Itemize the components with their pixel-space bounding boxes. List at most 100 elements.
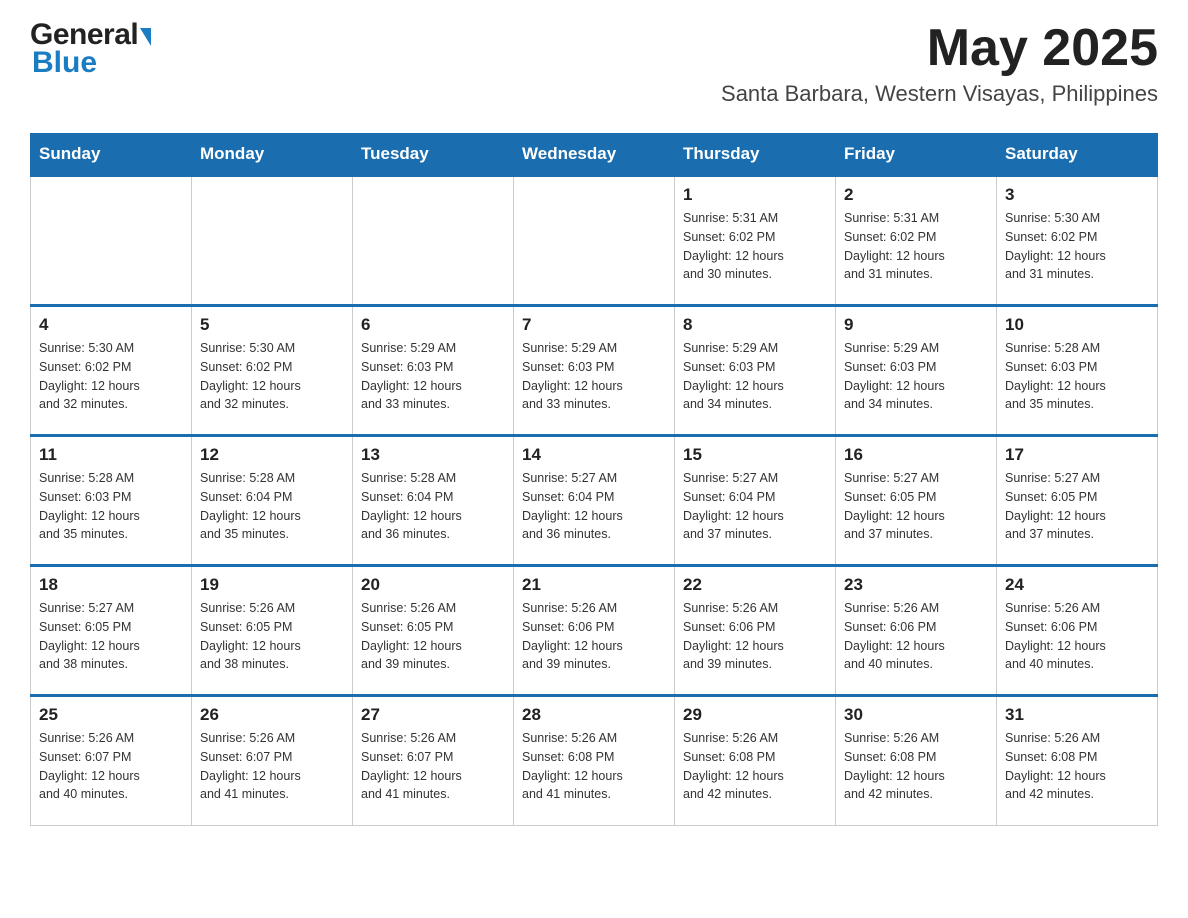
day-number: 4 <box>39 315 183 335</box>
col-saturday: Saturday <box>997 134 1158 176</box>
day-info: Sunrise: 5:26 AM Sunset: 6:06 PM Dayligh… <box>1005 599 1149 674</box>
table-row <box>31 176 192 306</box>
table-row: 24 Sunrise: 5:26 AM Sunset: 6:06 PM Dayli… <box>997 566 1158 696</box>
location-subtitle: Santa Barbara, Western Visayas, Philippi… <box>721 81 1158 107</box>
day-info: Sunrise: 5:27 AM Sunset: 6:05 PM Dayligh… <box>1005 469 1149 544</box>
day-number: 22 <box>683 575 827 595</box>
table-row: 28 Sunrise: 5:26 AM Sunset: 6:08 PM Dayli… <box>514 696 675 826</box>
table-row: 7 Sunrise: 5:29 AM Sunset: 6:03 PM Daylig… <box>514 306 675 436</box>
table-row: 29 Sunrise: 5:26 AM Sunset: 6:08 PM Dayli… <box>675 696 836 826</box>
day-number: 12 <box>200 445 344 465</box>
table-row: 21 Sunrise: 5:26 AM Sunset: 6:06 PM Dayli… <box>514 566 675 696</box>
day-info: Sunrise: 5:29 AM Sunset: 6:03 PM Dayligh… <box>522 339 666 414</box>
day-info: Sunrise: 5:26 AM Sunset: 6:06 PM Dayligh… <box>522 599 666 674</box>
col-thursday: Thursday <box>675 134 836 176</box>
calendar-table: Sunday Monday Tuesday Wednesday Thursday… <box>30 133 1158 826</box>
day-number: 26 <box>200 705 344 725</box>
day-info: Sunrise: 5:28 AM Sunset: 6:03 PM Dayligh… <box>1005 339 1149 414</box>
day-number: 21 <box>522 575 666 595</box>
day-number: 8 <box>683 315 827 335</box>
day-info: Sunrise: 5:26 AM Sunset: 6:08 PM Dayligh… <box>683 729 827 804</box>
day-info: Sunrise: 5:27 AM Sunset: 6:04 PM Dayligh… <box>522 469 666 544</box>
table-row: 6 Sunrise: 5:29 AM Sunset: 6:03 PM Daylig… <box>353 306 514 436</box>
day-info: Sunrise: 5:26 AM Sunset: 6:06 PM Dayligh… <box>683 599 827 674</box>
day-number: 31 <box>1005 705 1149 725</box>
table-row: 2Sunrise: 5:31 AM Sunset: 6:02 PM Daylig… <box>836 176 997 306</box>
day-number: 18 <box>39 575 183 595</box>
table-row: 1Sunrise: 5:31 AM Sunset: 6:02 PM Daylig… <box>675 176 836 306</box>
table-row: 30 Sunrise: 5:26 AM Sunset: 6:08 PM Dayli… <box>836 696 997 826</box>
day-info: Sunrise: 5:26 AM Sunset: 6:06 PM Dayligh… <box>844 599 988 674</box>
table-row: 20Sunrise: 5:26 AM Sunset: 6:05 PM Dayli… <box>353 566 514 696</box>
day-number: 5 <box>200 315 344 335</box>
table-row: 18 Sunrise: 5:27 AM Sunset: 6:05 PM Dayli… <box>31 566 192 696</box>
day-number: 29 <box>683 705 827 725</box>
day-number: 20 <box>361 575 505 595</box>
calendar-week-row: 1Sunrise: 5:31 AM Sunset: 6:02 PM Daylig… <box>31 176 1158 306</box>
day-number: 10 <box>1005 315 1149 335</box>
day-info: Sunrise: 5:26 AM Sunset: 6:07 PM Dayligh… <box>39 729 183 804</box>
day-number: 1 <box>683 185 827 205</box>
table-row: 16 Sunrise: 5:27 AM Sunset: 6:05 PM Dayli… <box>836 436 997 566</box>
table-row: 4 Sunrise: 5:30 AM Sunset: 6:02 PM Daylig… <box>31 306 192 436</box>
day-number: 24 <box>1005 575 1149 595</box>
logo-arrow-icon <box>140 28 151 46</box>
day-info: Sunrise: 5:28 AM Sunset: 6:03 PM Dayligh… <box>39 469 183 544</box>
table-row: 10 Sunrise: 5:28 AM Sunset: 6:03 PM Dayli… <box>997 306 1158 436</box>
day-info: Sunrise: 5:27 AM Sunset: 6:04 PM Dayligh… <box>683 469 827 544</box>
col-tuesday: Tuesday <box>353 134 514 176</box>
table-row: 13 Sunrise: 5:28 AM Sunset: 6:04 PM Dayli… <box>353 436 514 566</box>
day-number: 16 <box>844 445 988 465</box>
day-number: 9 <box>844 315 988 335</box>
month-year-title: May 2025 <box>721 20 1158 77</box>
table-row: 11 Sunrise: 5:28 AM Sunset: 6:03 PM Dayli… <box>31 436 192 566</box>
calendar-week-row: 11 Sunrise: 5:28 AM Sunset: 6:03 PM Dayli… <box>31 436 1158 566</box>
table-row: 22 Sunrise: 5:26 AM Sunset: 6:06 PM Dayli… <box>675 566 836 696</box>
day-number: 17 <box>1005 445 1149 465</box>
day-info: Sunrise: 5:30 AM Sunset: 6:02 PM Dayligh… <box>39 339 183 414</box>
day-info: Sunrise: 5:29 AM Sunset: 6:03 PM Dayligh… <box>361 339 505 414</box>
day-number: 27 <box>361 705 505 725</box>
table-row: 12 Sunrise: 5:28 AM Sunset: 6:04 PM Dayli… <box>192 436 353 566</box>
day-info: Sunrise: 5:27 AM Sunset: 6:05 PM Dayligh… <box>844 469 988 544</box>
table-row: 31 Sunrise: 5:26 AM Sunset: 6:08 PM Dayli… <box>997 696 1158 826</box>
day-info: Sunrise: 5:26 AM Sunset: 6:07 PM Dayligh… <box>361 729 505 804</box>
day-number: 3 <box>1005 185 1149 205</box>
col-sunday: Sunday <box>31 134 192 176</box>
table-row: 14 Sunrise: 5:27 AM Sunset: 6:04 PM Dayli… <box>514 436 675 566</box>
day-number: 30 <box>844 705 988 725</box>
table-row <box>514 176 675 306</box>
day-number: 7 <box>522 315 666 335</box>
table-row: 15 Sunrise: 5:27 AM Sunset: 6:04 PM Dayli… <box>675 436 836 566</box>
table-row: 27 Sunrise: 5:26 AM Sunset: 6:07 PM Dayli… <box>353 696 514 826</box>
col-friday: Friday <box>836 134 997 176</box>
day-number: 11 <box>39 445 183 465</box>
day-info: Sunrise: 5:26 AM Sunset: 6:08 PM Dayligh… <box>1005 729 1149 804</box>
calendar-week-row: 4 Sunrise: 5:30 AM Sunset: 6:02 PM Daylig… <box>31 306 1158 436</box>
day-number: 6 <box>361 315 505 335</box>
calendar-week-row: 25Sunrise: 5:26 AM Sunset: 6:07 PM Dayli… <box>31 696 1158 826</box>
day-number: 14 <box>522 445 666 465</box>
col-monday: Monday <box>192 134 353 176</box>
logo: General Blue <box>30 20 151 78</box>
table-row: 8Sunrise: 5:29 AM Sunset: 6:03 PM Daylig… <box>675 306 836 436</box>
table-row <box>353 176 514 306</box>
table-row: 25Sunrise: 5:26 AM Sunset: 6:07 PM Dayli… <box>31 696 192 826</box>
table-row: 17 Sunrise: 5:27 AM Sunset: 6:05 PM Dayli… <box>997 436 1158 566</box>
day-info: Sunrise: 5:26 AM Sunset: 6:08 PM Dayligh… <box>844 729 988 804</box>
day-info: Sunrise: 5:27 AM Sunset: 6:05 PM Dayligh… <box>39 599 183 674</box>
calendar-header-row: Sunday Monday Tuesday Wednesday Thursday… <box>31 134 1158 176</box>
day-info: Sunrise: 5:29 AM Sunset: 6:03 PM Dayligh… <box>844 339 988 414</box>
table-row <box>192 176 353 306</box>
day-info: Sunrise: 5:26 AM Sunset: 6:08 PM Dayligh… <box>522 729 666 804</box>
day-info: Sunrise: 5:28 AM Sunset: 6:04 PM Dayligh… <box>200 469 344 544</box>
day-number: 19 <box>200 575 344 595</box>
day-number: 28 <box>522 705 666 725</box>
day-info: Sunrise: 5:28 AM Sunset: 6:04 PM Dayligh… <box>361 469 505 544</box>
day-number: 13 <box>361 445 505 465</box>
calendar-week-row: 18 Sunrise: 5:27 AM Sunset: 6:05 PM Dayli… <box>31 566 1158 696</box>
table-row: 5Sunrise: 5:30 AM Sunset: 6:02 PM Daylig… <box>192 306 353 436</box>
table-row: 9 Sunrise: 5:29 AM Sunset: 6:03 PM Daylig… <box>836 306 997 436</box>
table-row: 26Sunrise: 5:26 AM Sunset: 6:07 PM Dayli… <box>192 696 353 826</box>
day-number: 15 <box>683 445 827 465</box>
